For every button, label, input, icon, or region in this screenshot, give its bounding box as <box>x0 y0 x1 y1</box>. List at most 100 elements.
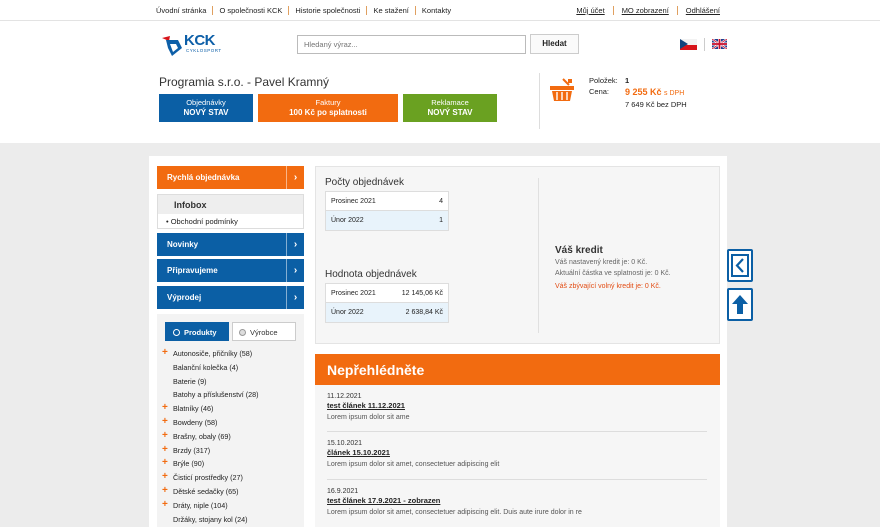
infobox-item[interactable]: • Obchodní podmínky <box>158 214 303 226</box>
cart-price-vat: 9 255 Kč s DPH <box>625 87 685 97</box>
table-row: Únor 2022 1 <box>326 211 448 230</box>
category-item[interactable]: Batohy a příslušenství (28) <box>162 390 302 404</box>
table-row: Prosinec 2021 12 145,06 Kč <box>326 284 448 303</box>
flag-divider <box>704 38 705 51</box>
credit-set: Váš nastavený kredit je: 0 Kč. <box>555 259 648 266</box>
nav-link-history[interactable]: Historie společnosti <box>289 6 368 15</box>
plus-icon[interactable]: + <box>162 430 168 441</box>
category-list: + Autonosiče, přičníky (58) Balanční kole… <box>162 347 302 527</box>
arrow-up-icon <box>732 295 748 314</box>
chevron-right-icon: › <box>286 259 304 282</box>
news-excerpt: Lorem ipsum dolor sit ame <box>327 414 410 421</box>
news-title-link[interactable]: test článek 17.9.2021 - zobrazen <box>327 496 707 505</box>
plus-icon[interactable]: + <box>162 471 168 482</box>
plus-icon[interactable]: + <box>162 402 168 413</box>
nav-link-home[interactable]: Úvodní stránka <box>156 6 214 15</box>
radio-selected-icon <box>173 329 180 336</box>
category-item[interactable]: Baterie (9) <box>162 377 302 391</box>
order-values-table: Prosinec 2021 12 145,06 Kč Únor 2022 2 638… <box>325 283 449 323</box>
category-item[interactable]: + Blatníky (46) <box>162 402 302 418</box>
flag-en-icon[interactable] <box>712 39 727 49</box>
stats-divider <box>538 178 539 333</box>
upcoming-button[interactable]: Připravujeme › <box>157 259 304 282</box>
infobox-title: Infobox <box>158 195 303 214</box>
category-item[interactable]: + Brýle (90) <box>162 457 302 473</box>
collapse-panel-button[interactable] <box>727 249 753 282</box>
toggle-manufacturer[interactable]: Výrobce <box>232 322 296 341</box>
plus-icon[interactable]: + <box>162 444 168 455</box>
news-divider <box>327 479 707 480</box>
news-date: 16.9.2021 <box>327 488 359 495</box>
orders-tile-label: Objednávky <box>186 98 226 107</box>
table-row: Únor 2022 2 638,84 Kč <box>326 303 448 322</box>
scroll-top-button[interactable] <box>727 288 753 321</box>
sale-label: Výprodej <box>167 293 202 302</box>
nav-link-account[interactable]: Můj účet <box>568 6 614 15</box>
news-divider <box>327 431 707 432</box>
category-item[interactable]: + Autonosiče, přičníky (58) <box>162 347 302 363</box>
credit-free: Váš zbývající volný kredit je: 0 Kč. <box>555 283 661 290</box>
news-item: 11.12.2021 test článek 11.12.2021 Lorem … <box>327 393 707 421</box>
invoices-tile[interactable]: Faktury 100 Kč po splatnosti <box>258 94 398 122</box>
chevron-right-icon: › <box>286 166 304 189</box>
nav-link-contacts[interactable]: Kontakty <box>416 6 457 15</box>
category-item[interactable]: + Dráty, niple (104) <box>162 499 302 515</box>
top-nav-right: Můj účet MO zobrazení Odhlášení <box>568 6 720 15</box>
category-item[interactable]: Držáky, stojany kol (24) <box>162 515 302 527</box>
chevron-left-icon <box>731 254 749 277</box>
plus-icon[interactable]: + <box>162 485 168 496</box>
order-counts-table: Prosinec 2021 4 Únor 2022 1 <box>325 191 449 231</box>
news-label: Novinky <box>167 240 199 249</box>
news-date: 15.10.2021 <box>327 440 363 447</box>
header: KCK CYKLOSPORT Hledat Programia s.r.o. -… <box>0 21 880 143</box>
flag-cz-icon[interactable] <box>680 39 697 50</box>
cart-price-label: Cena: <box>589 87 610 96</box>
news-button[interactable]: Novinky › <box>157 233 304 256</box>
order-values-title: Hodnota objednávek <box>325 269 417 280</box>
quick-order-label: Rychlá objednávka <box>167 173 240 182</box>
upcoming-label: Připravujeme <box>167 266 218 275</box>
nav-link-downloads[interactable]: Ke stažení <box>367 6 416 15</box>
order-counts-title: Počty objednávek <box>325 177 404 188</box>
search-button[interactable]: Hledat <box>530 34 579 54</box>
orders-tile[interactable]: Objednávky NOVÝ STAV <box>159 94 253 122</box>
credit-due: Aktuální částka ve splatnosti je: 0 Kč. <box>555 270 671 277</box>
news-title-link[interactable]: test článek 11.12.2021 <box>327 401 707 410</box>
chevron-right-icon: › <box>286 286 304 309</box>
sale-button[interactable]: Výprodej › <box>157 286 304 309</box>
cart-price-novat: 7 649 Kč bez DPH <box>625 100 687 109</box>
news-date: 11.12.2021 <box>327 393 362 400</box>
orders-tile-status: NOVÝ STAV <box>183 108 229 117</box>
nav-link-logout[interactable]: Odhlášení <box>678 6 720 15</box>
category-item[interactable]: + Brzdy (317) <box>162 444 302 460</box>
plus-icon[interactable]: + <box>162 457 168 468</box>
logo[interactable]: KCK CYKLOSPORT <box>160 32 230 58</box>
news-title-link[interactable]: článek 15.10.2021 <box>327 448 707 457</box>
category-item[interactable]: + Dětské sedačky (65) <box>162 485 302 501</box>
news-excerpt: Lorem ipsum dolor sit amet, consectetuer… <box>327 509 582 516</box>
nav-link-mo-view[interactable]: MO zobrazení <box>614 6 678 15</box>
news-section-title: Nepřehlédněte <box>315 354 720 385</box>
plus-icon[interactable]: + <box>162 499 168 510</box>
search-input[interactable] <box>297 35 526 54</box>
plus-icon[interactable]: + <box>162 416 168 427</box>
news-excerpt: Lorem ipsum dolor sit amet, consectetuer… <box>327 461 500 468</box>
nav-link-about[interactable]: O společnosti KCK <box>213 6 290 15</box>
top-nav-left: Úvodní stránka O společnosti KCK Histori… <box>156 6 457 15</box>
cart-items-label: Položek: <box>589 76 618 85</box>
radio-unselected-icon <box>239 329 246 336</box>
category-item[interactable]: + Čisticí prostředky (27) <box>162 471 302 487</box>
logo-subtext: CYKLOSPORT <box>186 48 222 53</box>
plus-icon[interactable]: + <box>162 347 168 358</box>
complaints-tile-label: Reklamace <box>431 98 469 107</box>
category-item[interactable]: + Bowdeny (58) <box>162 416 302 432</box>
toggle-products[interactable]: Produkty <box>165 322 229 341</box>
category-item[interactable]: Balanční kolečka (4) <box>162 363 302 377</box>
basket-icon[interactable] <box>549 77 575 103</box>
invoices-tile-status: 100 Kč po splatnosti <box>289 108 367 117</box>
logo-mark-icon <box>162 36 182 56</box>
quick-order-button[interactable]: Rychlá objednávka › <box>157 166 304 189</box>
complaints-tile[interactable]: Reklamace NOVÝ STAV <box>403 94 497 122</box>
category-item[interactable]: + Brašny, obaly (69) <box>162 430 302 446</box>
credit-title: Váš kredit <box>555 245 603 256</box>
